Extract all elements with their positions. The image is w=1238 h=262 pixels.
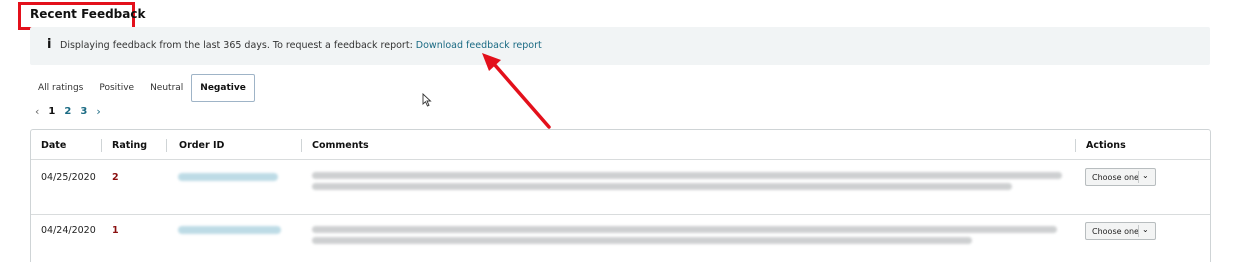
page-title: Recent Feedback — [30, 7, 146, 21]
order-id-link[interactable] — [178, 173, 278, 181]
tab-neutral[interactable]: Neutral — [142, 74, 191, 102]
row-date: 04/25/2020 — [41, 172, 96, 183]
column-rating: Rating — [112, 140, 148, 151]
chevron-down-icon: ⌄ — [1142, 225, 1149, 234]
tab-all-ratings[interactable]: All ratings — [30, 74, 91, 102]
page-2[interactable]: 2 — [64, 106, 71, 117]
column-divider — [1075, 139, 1076, 152]
page-3[interactable]: 3 — [80, 106, 87, 117]
info-text: Displaying feedback from the last 365 da… — [60, 40, 542, 51]
table-header: Date Rating Order ID Comments Actions — [31, 130, 1210, 160]
dropdown-divider — [1138, 171, 1139, 183]
info-icon: i — [47, 37, 52, 52]
actions-dropdown-label: Choose one — [1092, 227, 1139, 236]
info-banner: i Displaying feedback from the last 365 … — [30, 27, 1210, 65]
column-divider — [101, 139, 102, 152]
comment-text — [312, 237, 972, 244]
column-actions: Actions — [1086, 140, 1126, 151]
info-message: Displaying feedback from the last 365 da… — [60, 40, 416, 51]
tab-positive[interactable]: Positive — [91, 74, 142, 102]
chevron-left-icon[interactable]: ‹ — [35, 105, 39, 118]
comment-text — [312, 172, 1062, 179]
feedback-table: Date Rating Order ID Comments Actions 04… — [30, 129, 1211, 262]
column-comments: Comments — [312, 140, 369, 151]
rating-tabs: All ratings Positive Neutral Negative — [30, 74, 255, 102]
page-1: 1 — [48, 106, 56, 117]
actions-dropdown[interactable]: Choose one ⌄ — [1085, 222, 1156, 240]
chevron-right-icon[interactable]: › — [96, 105, 100, 118]
chevron-down-icon: ⌄ — [1142, 171, 1149, 180]
actions-dropdown-label: Choose one — [1092, 173, 1139, 182]
table-row: 04/24/2020 1 Choose one ⌄ — [31, 216, 1210, 262]
mouse-cursor-icon — [422, 93, 432, 107]
comment-text — [312, 183, 1012, 190]
row-rating: 2 — [112, 172, 119, 183]
download-feedback-report-link[interactable]: Download feedback report — [416, 40, 542, 51]
table-row: 04/25/2020 2 Choose one ⌄ — [31, 161, 1210, 215]
column-date: Date — [41, 140, 67, 151]
column-order-id: Order ID — [179, 140, 225, 151]
column-divider — [166, 139, 167, 152]
pagination: ‹ 1 2 3 › — [35, 105, 110, 118]
row-rating: 1 — [112, 225, 119, 236]
row-date: 04/24/2020 — [41, 225, 96, 236]
order-id-link[interactable] — [178, 226, 281, 234]
tab-negative[interactable]: Negative — [191, 74, 255, 102]
actions-dropdown[interactable]: Choose one ⌄ — [1085, 168, 1156, 186]
column-divider — [301, 139, 302, 152]
dropdown-divider — [1138, 225, 1139, 237]
comment-text — [312, 226, 1057, 233]
